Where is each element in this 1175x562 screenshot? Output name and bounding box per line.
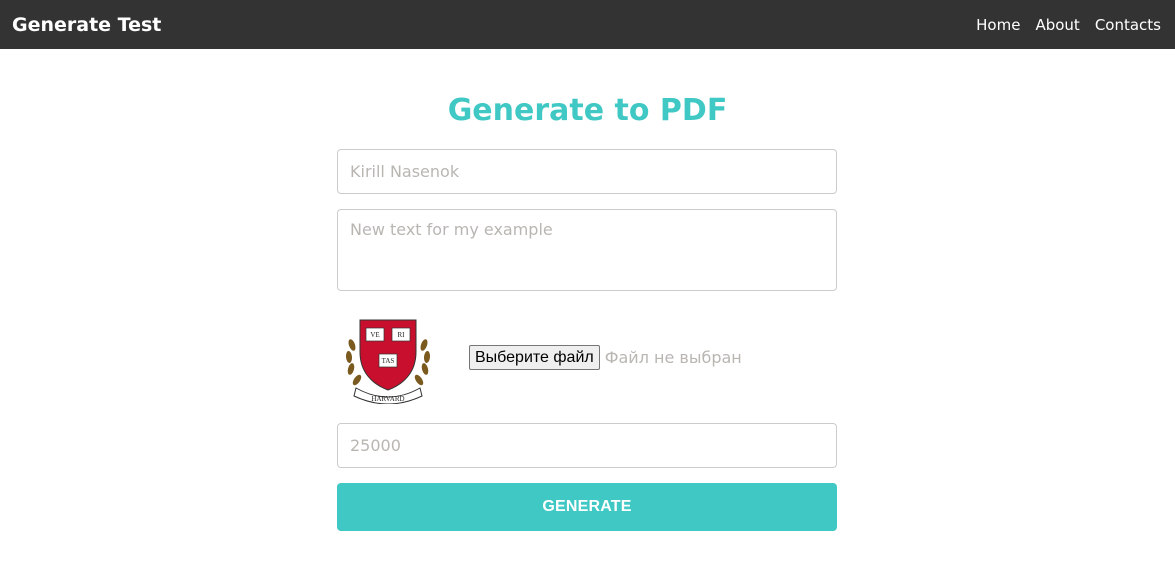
name-input[interactable]	[337, 149, 837, 194]
nav-link-contacts[interactable]: Contacts	[1095, 16, 1161, 34]
generate-button[interactable]: GENERATE	[337, 483, 837, 531]
nav-links: Home About Contacts	[976, 16, 1161, 34]
harvard-shield-logo: VE RI TAS HARVARD	[345, 319, 431, 404]
page-title: Generate to PDF	[447, 93, 728, 128]
brand-link[interactable]: Generate Test	[12, 14, 161, 36]
file-upload: Выберите файл Файл не выбран	[469, 345, 742, 370]
file-status-text: Файл не выбран	[604, 348, 742, 367]
shield-word-tas: TAS	[382, 357, 395, 365]
amount-input[interactable]	[337, 423, 837, 468]
nav-link-about[interactable]: About	[1035, 16, 1079, 34]
navbar: Generate Test Home About Contacts	[0, 0, 1175, 49]
choose-file-button[interactable]: Выберите файл	[469, 345, 600, 370]
banner-text: HARVARD	[371, 395, 404, 403]
shield-word-ri: RI	[398, 331, 406, 339]
nav-link-home[interactable]: Home	[976, 16, 1020, 34]
shield-word-ve: VE	[370, 331, 379, 339]
text-input[interactable]	[337, 209, 837, 291]
